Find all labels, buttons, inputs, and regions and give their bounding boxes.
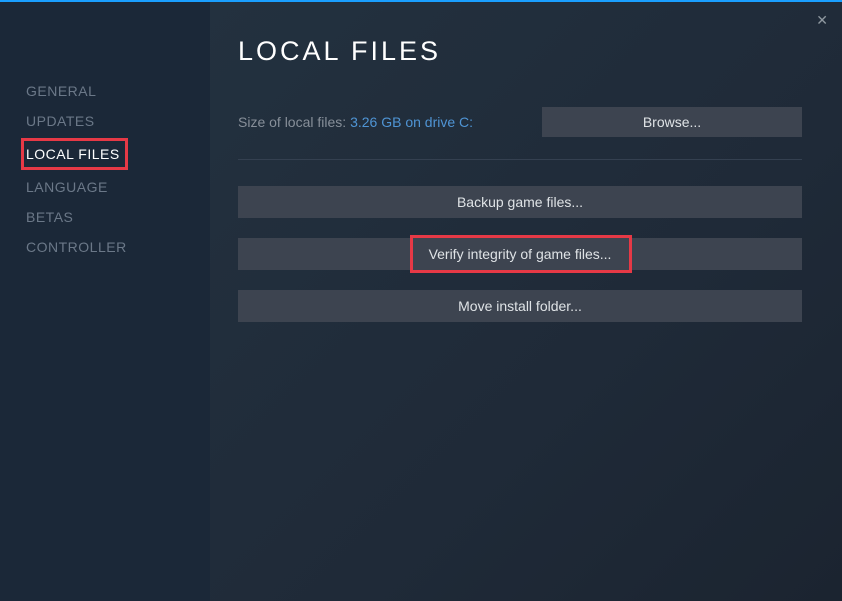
sidebar: GENERAL UPDATES LOCAL FILES LANGUAGE BET… (0, 2, 210, 601)
sidebar-item-controller[interactable]: CONTROLLER (26, 232, 184, 262)
sidebar-item-updates[interactable]: UPDATES (26, 106, 184, 136)
close-icon[interactable]: ✕ (816, 12, 828, 29)
browse-button[interactable]: Browse... (542, 107, 802, 137)
main-container: GENERAL UPDATES LOCAL FILES LANGUAGE BET… (0, 2, 842, 601)
main-panel: ✕ LOCAL FILES Size of local files: 3.26 … (210, 2, 842, 601)
verify-button-wrapper: Verify integrity of game files... (238, 238, 802, 270)
sidebar-item-betas[interactable]: BETAS (26, 202, 184, 232)
sidebar-item-general[interactable]: GENERAL (26, 76, 184, 106)
sidebar-item-highlight: LOCAL FILES (21, 138, 128, 170)
divider (238, 159, 802, 160)
page-title: LOCAL FILES (238, 36, 802, 67)
sidebar-item-language[interactable]: LANGUAGE (26, 172, 184, 202)
size-label: Size of local files: (238, 114, 350, 130)
backup-game-files-button[interactable]: Backup game files... (238, 186, 802, 218)
move-install-folder-button[interactable]: Move install folder... (238, 290, 802, 322)
sidebar-item-local-files[interactable]: LOCAL FILES (26, 144, 120, 164)
size-value: 3.26 GB on drive C: (350, 114, 473, 130)
verify-integrity-button[interactable]: Verify integrity of game files... (238, 238, 802, 270)
size-info-text: Size of local files: 3.26 GB on drive C: (238, 114, 473, 130)
size-info-row: Size of local files: 3.26 GB on drive C:… (238, 107, 802, 137)
